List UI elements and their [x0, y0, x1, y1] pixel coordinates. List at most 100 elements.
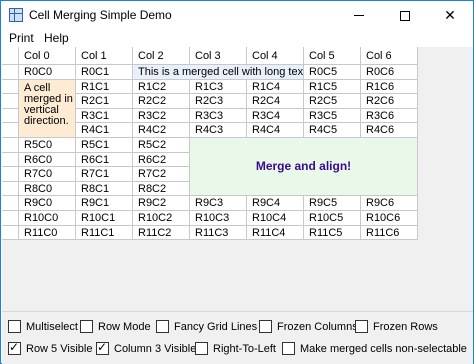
column-header[interactable]: Col 5: [304, 47, 361, 65]
grid-cell[interactable]: R2C5: [304, 94, 361, 109]
frozen-columns-option[interactable]: Frozen Columns: [259, 320, 358, 333]
grid-cell[interactable]: R1C6: [361, 79, 418, 95]
grid-cell[interactable]: R6C0: [19, 152, 76, 168]
grid-cell[interactable]: R10C1: [76, 211, 133, 226]
column-header[interactable]: Col 1: [76, 47, 133, 65]
grid-cell[interactable]: R7C1: [76, 167, 133, 182]
column-header[interactable]: Col 0: [19, 47, 76, 65]
grid-cell[interactable]: R8C2: [133, 181, 190, 197]
grid-viewport[interactable]: Col 0 Col 1 Col 2 Col 3 Col 4 Col 5 Col 6 R0C0 R…: [2, 47, 473, 311]
frozen-rows-option[interactable]: Frozen Rows: [355, 320, 438, 333]
column-header[interactable]: Col 2: [133, 47, 190, 65]
row-header[interactable]: [2, 225, 19, 241]
grid-cell[interactable]: R4C5: [304, 123, 361, 138]
grid-cell[interactable]: R1C2: [133, 79, 190, 95]
grid-cell[interactable]: R2C4: [247, 94, 304, 109]
column-header[interactable]: Col 6: [361, 47, 418, 65]
right-to-left-checkbox[interactable]: [195, 342, 208, 355]
grid-cell[interactable]: R11C5: [304, 225, 361, 241]
row-header[interactable]: [2, 152, 19, 168]
grid-cell[interactable]: R6C1: [76, 152, 133, 168]
grid-cell[interactable]: R10C0: [19, 211, 76, 226]
frozen-rows-checkbox[interactable]: [355, 320, 368, 333]
right-to-left-option[interactable]: Right-To-Left: [195, 342, 276, 355]
multiselect-checkbox[interactable]: [8, 320, 21, 333]
grid-cell[interactable]: R11C4: [247, 225, 304, 241]
grid-cell[interactable]: R11C3: [190, 225, 247, 241]
grid-cell[interactable]: R10C4: [247, 211, 304, 226]
grid-cell[interactable]: R10C6: [361, 211, 418, 226]
row-header[interactable]: [2, 167, 19, 182]
grid-cell[interactable]: R0C0: [19, 65, 76, 80]
multiselect-option[interactable]: Multiselect: [8, 320, 78, 333]
grid-cell[interactable]: R9C1: [76, 196, 133, 211]
grid-cell[interactable]: R4C2: [133, 123, 190, 138]
grid-cell[interactable]: R10C3: [190, 211, 247, 226]
menu-print[interactable]: Print: [7, 31, 36, 45]
grid-cell[interactable]: R4C4: [247, 123, 304, 138]
grid-cell[interactable]: R11C2: [133, 225, 190, 241]
grid-cell[interactable]: R9C0: [19, 196, 76, 211]
grid-cell[interactable]: R1C5: [304, 79, 361, 95]
grid-cell[interactable]: R3C3: [190, 108, 247, 124]
row5-visible-checkbox[interactable]: [8, 340, 21, 355]
merged-nonselectable-checkbox[interactable]: [282, 342, 295, 355]
grid-cell[interactable]: R10C5: [304, 211, 361, 226]
column-header[interactable]: Col 3: [190, 47, 247, 65]
grid-cell[interactable]: R3C2: [133, 108, 190, 124]
row5-visible-option[interactable]: Row 5 Visible: [8, 340, 92, 355]
column3-visible-option[interactable]: Column 3 Visible: [96, 340, 196, 355]
row-header[interactable]: [2, 108, 19, 124]
merged-cell-vertical[interactable]: A cell merged in vertical direction.: [19, 79, 76, 138]
grid-cell[interactable]: R6C2: [133, 152, 190, 168]
merged-nonselectable-option[interactable]: Make merged cells non-selectable: [282, 342, 467, 355]
grid-cell[interactable]: R4C6: [361, 123, 418, 138]
grid-cell[interactable]: R1C3: [190, 79, 247, 95]
grid-cell[interactable]: R1C1: [76, 79, 133, 95]
grid-cell[interactable]: R11C6: [361, 225, 418, 241]
grid-cell[interactable]: R10C2: [133, 211, 190, 226]
grid-cell[interactable]: R5C1: [76, 138, 133, 153]
row-header[interactable]: [2, 65, 19, 80]
grid-cell[interactable]: R8C1: [76, 181, 133, 197]
grid-cell[interactable]: R5C0: [19, 138, 76, 153]
frozen-columns-checkbox[interactable]: [259, 320, 272, 333]
grid-cell[interactable]: R8C0: [19, 181, 76, 197]
row-header[interactable]: [2, 94, 19, 109]
row-header[interactable]: [2, 138, 19, 153]
grid-cell[interactable]: R7C2: [133, 167, 190, 182]
grid-cell[interactable]: R9C6: [361, 196, 418, 211]
row-header[interactable]: [2, 196, 19, 211]
grid-cell[interactable]: R9C2: [133, 196, 190, 211]
menu-help[interactable]: Help: [42, 31, 71, 45]
maximize-button[interactable]: [382, 1, 428, 30]
grid-cell[interactable]: R9C3: [190, 196, 247, 211]
grid-corner[interactable]: [2, 47, 19, 65]
grid-cell[interactable]: R5C2: [133, 138, 190, 153]
row-header[interactable]: [2, 79, 19, 95]
grid-cell[interactable]: R3C5: [304, 108, 361, 124]
grid-cell[interactable]: R3C1: [76, 108, 133, 124]
grid-cell[interactable]: R0C1: [76, 65, 133, 80]
column-header[interactable]: Col 4: [247, 47, 304, 65]
row-header[interactable]: [2, 123, 19, 138]
fancy-grid-lines-option[interactable]: Fancy Grid Lines: [156, 320, 257, 333]
grid-cell[interactable]: R0C6: [361, 65, 418, 80]
grid-cell[interactable]: R2C1: [76, 94, 133, 109]
column3-visible-checkbox[interactable]: [96, 340, 109, 355]
grid-cell[interactable]: R11C1: [76, 225, 133, 241]
row-mode-checkbox[interactable]: [80, 320, 93, 333]
grid-cell[interactable]: R1C4: [247, 79, 304, 95]
grid-cell[interactable]: R7C0: [19, 167, 76, 182]
fancy-grid-lines-checkbox[interactable]: [156, 320, 169, 333]
grid-cell[interactable]: R2C6: [361, 94, 418, 109]
merged-cell-long-text[interactable]: This is a merged cell with long text.: [133, 65, 304, 80]
grid-cell[interactable]: R2C2: [133, 94, 190, 109]
row-mode-option[interactable]: Row Mode: [80, 320, 151, 333]
grid-cell[interactable]: R9C5: [304, 196, 361, 211]
grid-cell[interactable]: R4C3: [190, 123, 247, 138]
grid-cell[interactable]: R11C0: [19, 225, 76, 241]
grid-cell[interactable]: R0C5: [304, 65, 361, 80]
grid-cell[interactable]: R3C4: [247, 108, 304, 124]
close-button[interactable]: ✕: [427, 1, 473, 30]
